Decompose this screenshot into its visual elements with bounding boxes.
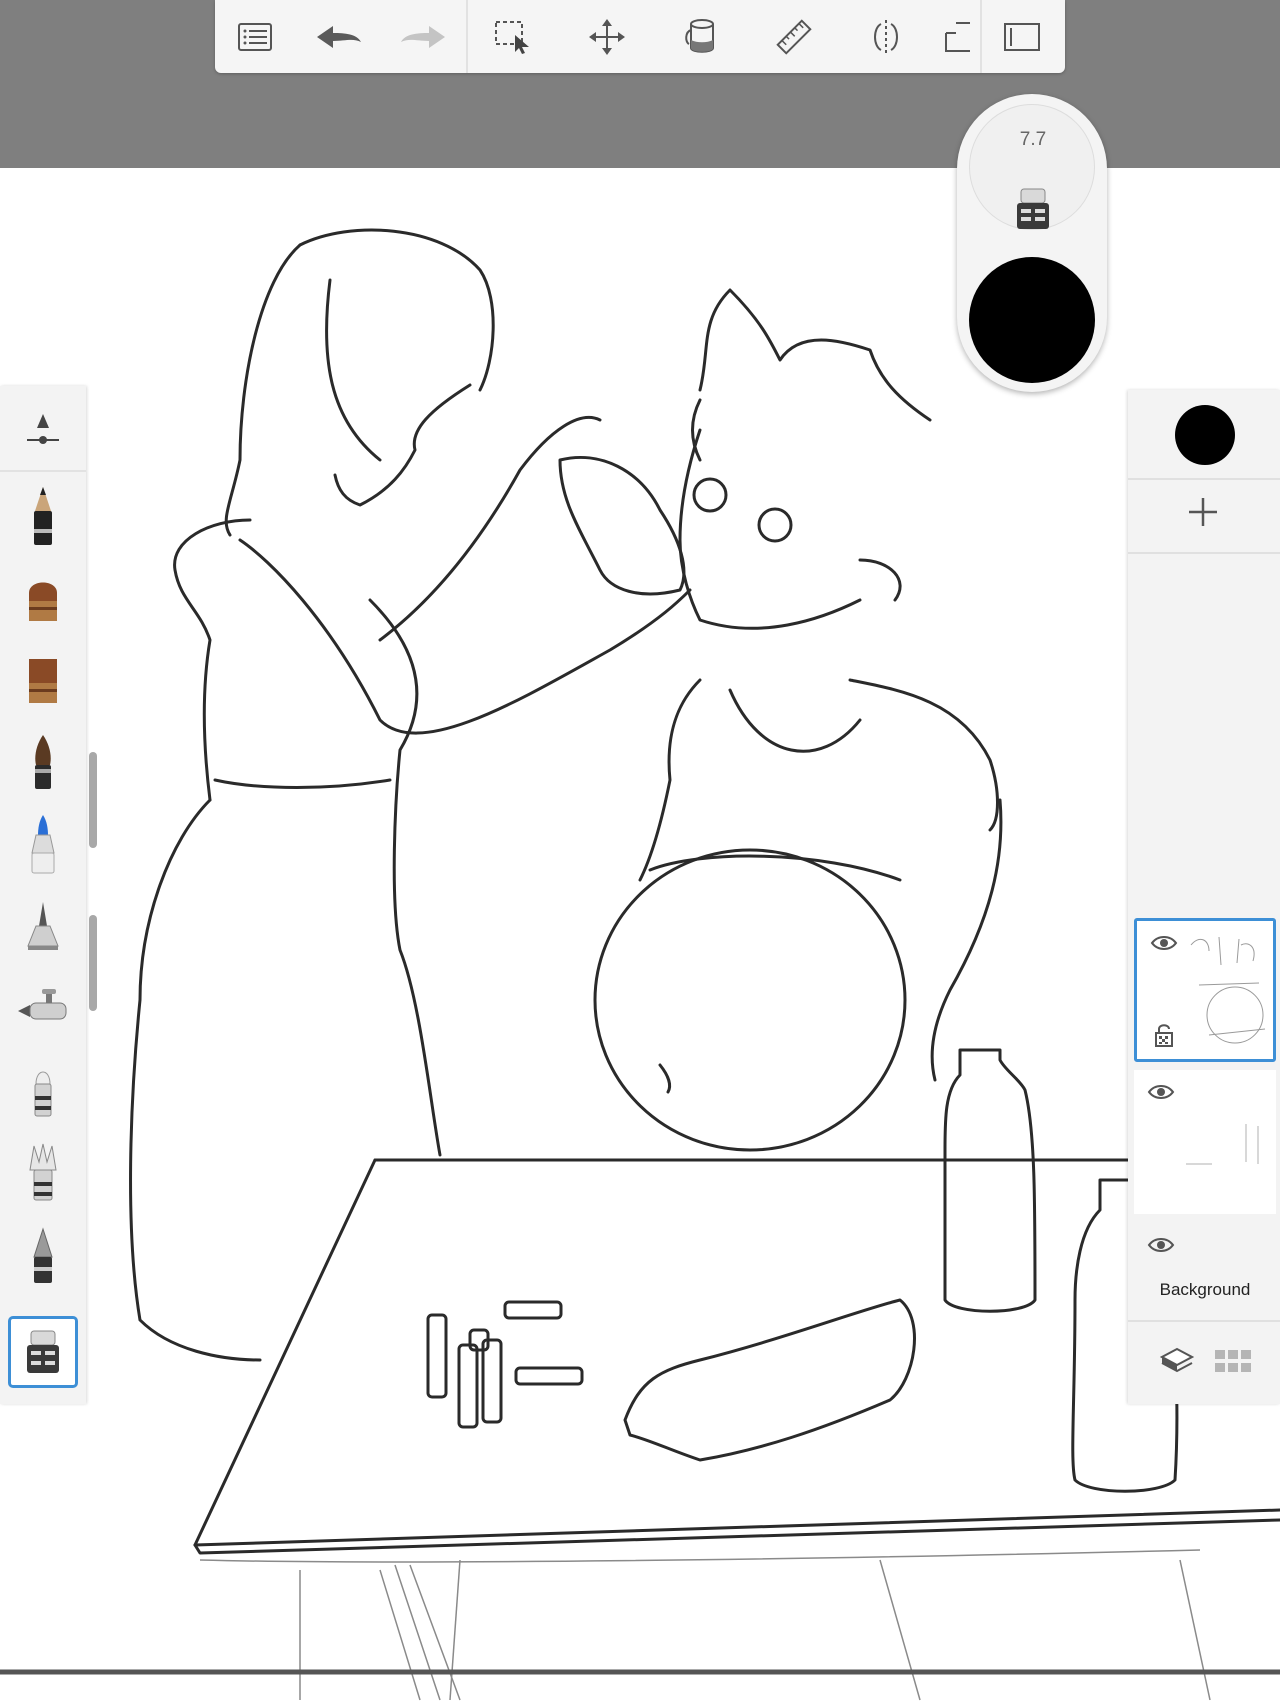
flat-brush-button[interactable] [8,562,78,634]
fullscreen-button[interactable] [994,10,1050,64]
top-toolbar [215,0,1065,73]
square-brush-button[interactable] [8,644,78,716]
marker-brush-icon [31,815,55,874]
layer-item[interactable] [1134,1070,1276,1214]
undo-arrow-icon [317,26,361,48]
selection-button[interactable] [485,10,541,64]
panel-divider [1128,478,1280,480]
fan-brush-icon [29,1143,57,1201]
square-paint-brush-icon [29,659,57,703]
airbrush-icon [18,989,67,1020]
perspective-icon [945,22,970,52]
toolbar-divider [466,0,468,73]
palette-scroll-indicator[interactable] [89,752,97,848]
round-paint-brush-icon [35,735,51,789]
eye-icon[interactable] [1150,934,1178,952]
smudge-brush-icon [34,1071,52,1117]
paint-bucket-icon [685,19,714,53]
grid-view-icon [1215,1350,1251,1372]
eye-icon[interactable] [1147,1236,1175,1254]
round-brush-button[interactable] [8,726,78,798]
grid-view-button[interactable] [1208,1338,1258,1384]
layer-editor-button[interactable] [1152,1338,1202,1384]
eraser-icon [1017,188,1049,229]
ruler-icon [776,19,812,55]
transform-button[interactable] [579,10,635,64]
brush-size-value: 7.7 [1019,129,1047,150]
ink-pen-brush-button[interactable] [8,890,78,962]
ruler-button[interactable] [766,10,822,64]
brush-properties-button[interactable] [8,394,78,466]
marker-brush-button[interactable] [8,808,78,880]
panel-divider [1128,1320,1280,1322]
current-color-swatch[interactable] [1175,405,1235,465]
airbrush-button[interactable] [8,972,78,1044]
list-menu-icon [238,23,272,51]
panel-divider [1128,552,1280,554]
perspective-button[interactable] [940,10,974,64]
layer-thumbnail [1190,936,1266,1044]
add-layer-button[interactable] [1168,482,1238,542]
drawing-canvas[interactable] [0,168,1280,1707]
layer-panel: Background [1128,390,1280,1404]
smudge-brush-button[interactable] [8,1054,78,1126]
layer-item-background[interactable]: Background [1134,1222,1276,1324]
selection-icon [495,21,529,54]
layer-item[interactable] [1134,918,1276,1062]
symmetry-button[interactable] [858,10,914,64]
toolbar-divider [980,0,982,73]
brush-properties-slider-icon [27,414,59,444]
redo-arrow-icon [401,26,445,48]
brush-palette [0,386,86,1404]
palette-scroll-indicator[interactable] [89,915,97,1011]
redo-button[interactable] [395,10,451,64]
eye-icon[interactable] [1147,1083,1175,1101]
chisel-brush-button[interactable] [8,1220,78,1292]
undo-button[interactable] [311,10,367,64]
chisel-brush-icon [33,1227,53,1283]
fan-brush-button[interactable] [8,1136,78,1208]
fill-button[interactable] [672,10,728,64]
flat-paint-brush-icon [29,582,57,621]
symmetry-icon [874,20,898,54]
menu-button[interactable] [227,10,283,64]
lock-icon[interactable] [1154,1023,1174,1047]
pencil-brush-icon [34,487,52,545]
move-arrows-icon [589,19,625,55]
brush-size-control[interactable]: 7.7 [969,104,1095,230]
fullscreen-icon [1004,23,1040,51]
ink-pen-brush-icon [27,902,59,950]
layer-label: Background [1159,1280,1251,1299]
eraser-icon [27,1330,59,1373]
eraser-brush-button[interactable] [8,1316,78,1388]
brush-puck[interactable]: 7.7 [957,94,1107,392]
layers-stack-icon [1160,1347,1194,1373]
pencil-brush-button[interactable] [8,480,78,552]
plus-icon [1189,498,1217,526]
brush-color-swatch[interactable] [969,257,1095,383]
palette-divider [0,470,86,472]
layer-thumbnail [1186,1124,1259,1165]
